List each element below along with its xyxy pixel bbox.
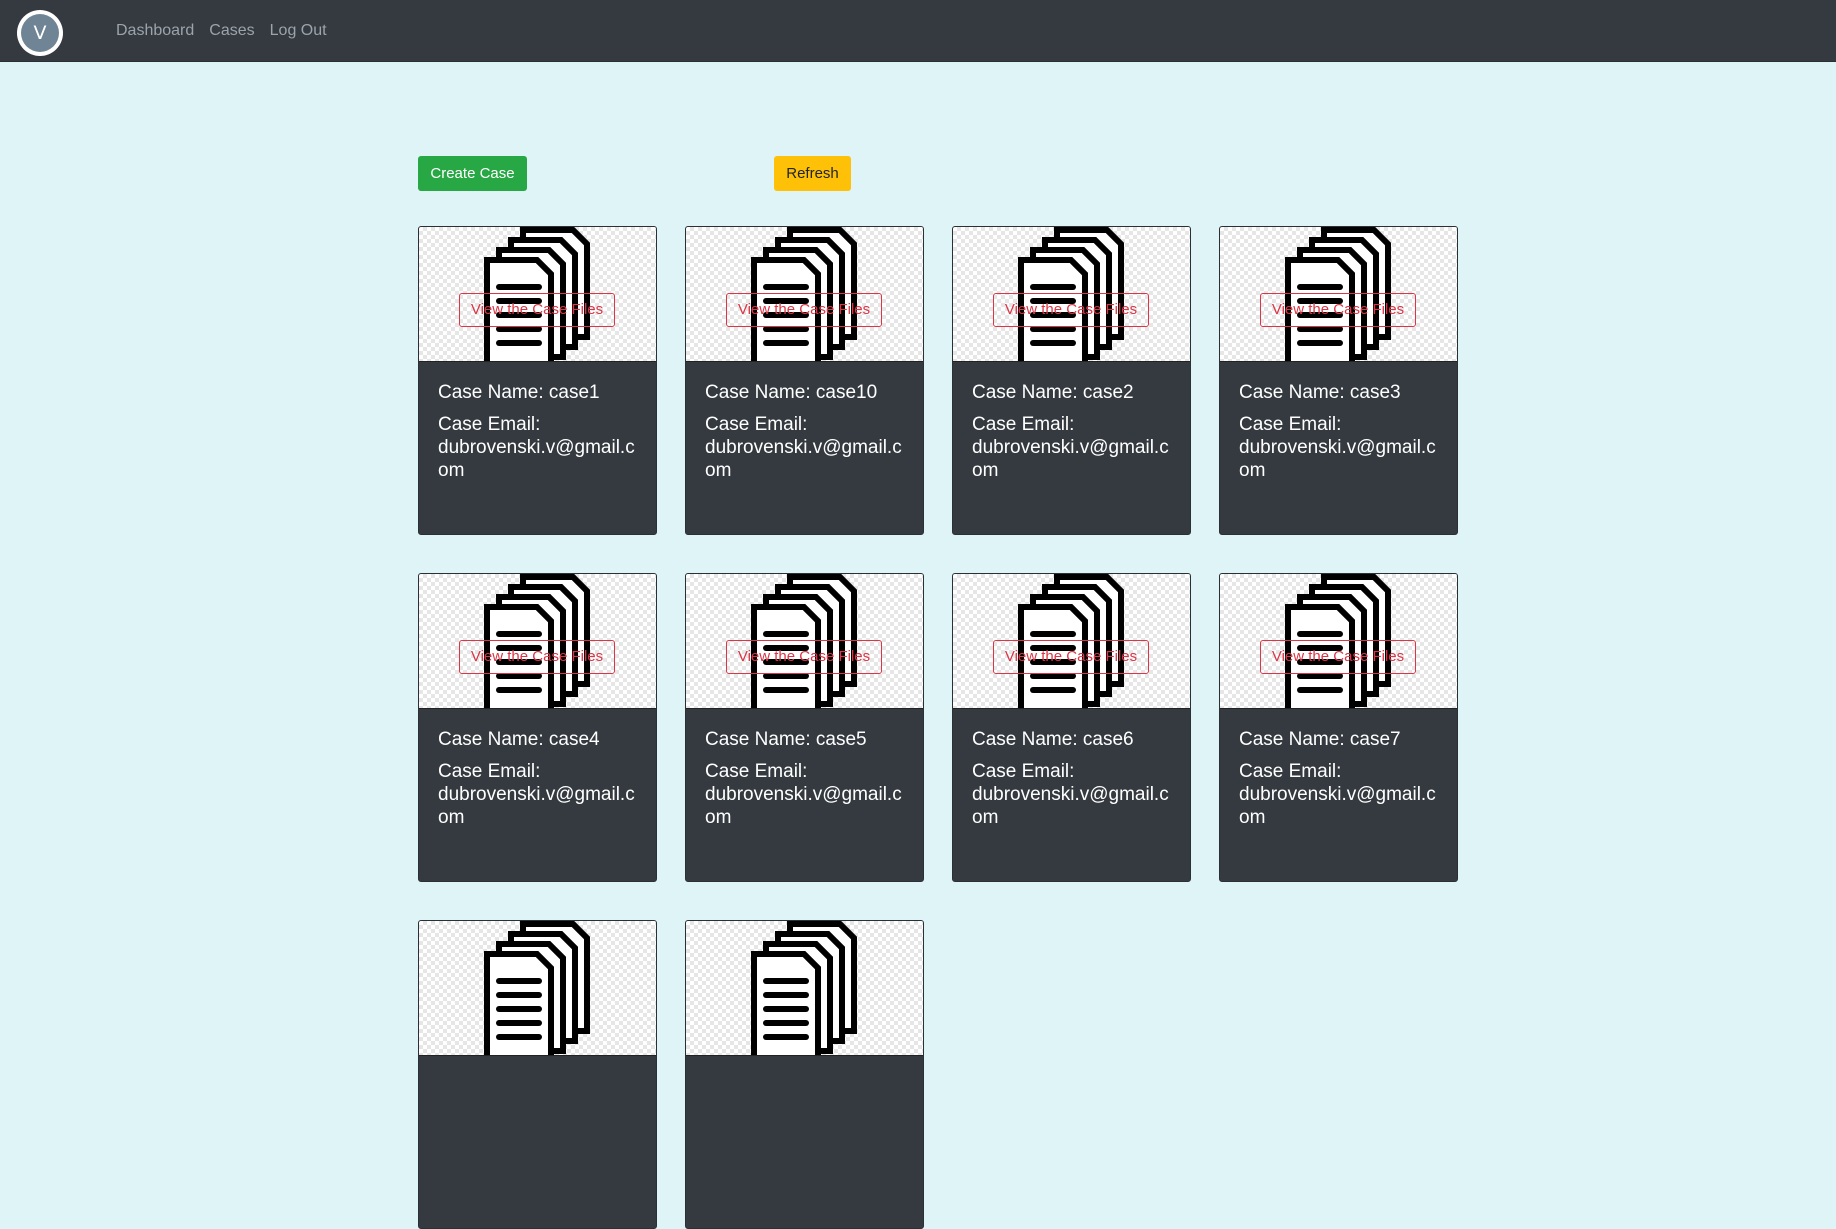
case-name: Case Name: case1 bbox=[438, 382, 600, 403]
card-body bbox=[438, 1075, 638, 1084]
card-body: Case Name: case5 Case Email: dubrovenski.v… bbox=[705, 728, 905, 829]
case-card: View the Case Files Case Name: case2 Case … bbox=[952, 226, 1191, 535]
nav-link-logout[interactable]: Log Out bbox=[270, 22, 327, 40]
brand-letter: V bbox=[21, 14, 59, 52]
case-card: View the Case Files Case Name: case10 Case… bbox=[685, 226, 924, 535]
case-email-label: Case Email: bbox=[705, 414, 808, 435]
case-card bbox=[418, 920, 657, 1229]
case-email: dubrovenski.v@gmail.com bbox=[705, 784, 902, 828]
case-email: dubrovenski.v@gmail.com bbox=[972, 784, 1169, 828]
case-email-label: Case Email: bbox=[1239, 761, 1342, 782]
case-name: Case Name: case4 bbox=[438, 729, 600, 750]
case-name: Case Name: case7 bbox=[1239, 729, 1401, 750]
card-body: Case Name: case7 Case Email: dubrovenski.v… bbox=[1239, 728, 1439, 829]
view-case-files-button[interactable]: View the Case Files bbox=[993, 640, 1149, 674]
card-image: View the Case Files bbox=[953, 227, 1190, 362]
card-body bbox=[705, 1075, 905, 1084]
case-name: Case Name: case6 bbox=[972, 729, 1134, 750]
brand-logo[interactable]: V bbox=[17, 10, 63, 56]
case-email: dubrovenski.v@gmail.com bbox=[1239, 437, 1436, 481]
case-card: View the Case Files Case Name: case6 Case … bbox=[952, 573, 1191, 882]
nav-link-cases[interactable]: Cases bbox=[209, 22, 254, 40]
card-body: Case Name: case4 Case Email: dubrovenski.v… bbox=[438, 728, 638, 829]
case-name: Case Name: case2 bbox=[972, 382, 1134, 403]
card-image: View the Case Files bbox=[953, 574, 1190, 709]
view-case-files-button[interactable]: View the Case Files bbox=[1260, 293, 1416, 327]
view-case-files-button[interactable]: View the Case Files bbox=[459, 293, 615, 327]
card-image: View the Case Files bbox=[686, 227, 923, 362]
nav-links: Dashboard Cases Log Out bbox=[116, 22, 342, 40]
card-body: Case Name: case6 Case Email: dubrovenski.v… bbox=[972, 728, 1172, 829]
card-body: Case Name: case1 Case Email: dubrovenski.v… bbox=[438, 381, 638, 482]
case-email-label: Case Email: bbox=[438, 761, 541, 782]
create-case-button[interactable]: Create Case bbox=[418, 156, 527, 191]
view-case-files-button[interactable]: View the Case Files bbox=[993, 293, 1149, 327]
case-name: Case Name: case5 bbox=[705, 729, 867, 750]
view-case-files-button[interactable]: View the Case Files bbox=[726, 293, 882, 327]
view-case-files-button[interactable]: View the Case Files bbox=[459, 640, 615, 674]
case-card: View the Case Files Case Name: case7 Case … bbox=[1219, 573, 1458, 882]
card-image bbox=[686, 921, 923, 1056]
card-image: View the Case Files bbox=[1220, 574, 1457, 709]
card-image: View the Case Files bbox=[1220, 227, 1457, 362]
top-navbar: V Dashboard Cases Log Out bbox=[0, 0, 1836, 62]
view-case-files-button[interactable]: View the Case Files bbox=[1260, 640, 1416, 674]
case-email: dubrovenski.v@gmail.com bbox=[438, 784, 635, 828]
case-card: View the Case Files Case Name: case5 Case … bbox=[685, 573, 924, 882]
case-name: Case Name: case10 bbox=[705, 382, 878, 403]
card-image: View the Case Files bbox=[686, 574, 923, 709]
card-body: Case Name: case3 Case Email: dubrovenski.v… bbox=[1239, 381, 1439, 482]
refresh-button[interactable]: Refresh bbox=[774, 156, 851, 191]
case-email-label: Case Email: bbox=[972, 414, 1075, 435]
case-card: View the Case Files Case Name: case3 Case … bbox=[1219, 226, 1458, 535]
nav-link-dashboard[interactable]: Dashboard bbox=[116, 22, 194, 40]
case-card: View the Case Files Case Name: case1 Case … bbox=[418, 226, 657, 535]
card-body: Case Name: case10 Case Email: dubrovenski.… bbox=[705, 381, 905, 482]
card-body: Case Name: case2 Case Email: dubrovenski.v… bbox=[972, 381, 1172, 482]
case-email: dubrovenski.v@gmail.com bbox=[972, 437, 1169, 481]
case-name: Case Name: case3 bbox=[1239, 382, 1401, 403]
case-email-label: Case Email: bbox=[438, 414, 541, 435]
view-case-files-button[interactable]: View the Case Files bbox=[726, 640, 882, 674]
case-email: dubrovenski.v@gmail.com bbox=[1239, 784, 1436, 828]
case-card bbox=[685, 920, 924, 1229]
case-card: View the Case Files Case Name: case4 Case … bbox=[418, 573, 657, 882]
card-image: View the Case Files bbox=[419, 574, 656, 709]
card-image bbox=[419, 921, 656, 1056]
case-email: dubrovenski.v@gmail.com bbox=[438, 437, 635, 481]
card-image: View the Case Files bbox=[419, 227, 656, 362]
case-email-label: Case Email: bbox=[972, 761, 1075, 782]
case-email-label: Case Email: bbox=[705, 761, 808, 782]
case-email-label: Case Email: bbox=[1239, 414, 1342, 435]
case-email: dubrovenski.v@gmail.com bbox=[705, 437, 902, 481]
